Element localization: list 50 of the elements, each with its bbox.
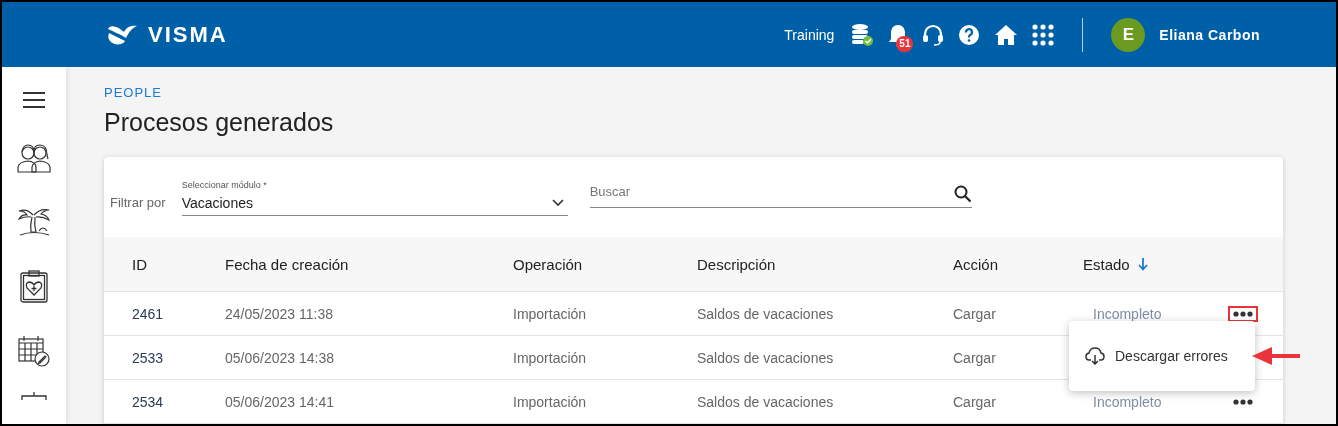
environment-label: Training [784, 26, 835, 43]
menu-icon[interactable] [22, 91, 46, 109]
table-cell: 2533 [132, 349, 164, 366]
column-header[interactable]: Descripción [697, 255, 776, 273]
cloud-download-icon [1085, 347, 1105, 365]
calendar-edit-icon[interactable] [18, 335, 50, 367]
user-name[interactable]: Eliana Carbon [1159, 26, 1260, 43]
help-icon[interactable] [958, 23, 981, 46]
chevron-down-icon [551, 199, 564, 207]
filter-label: Filtrar por [110, 194, 166, 210]
page-title: Procesos generados [104, 108, 335, 137]
column-header[interactable]: Fecha de creación [225, 255, 349, 273]
logo-wordmark: VISMA [148, 21, 228, 48]
table-cell: Importación [513, 393, 587, 410]
table-cell: Saldos de vacaciones [697, 305, 834, 322]
clipboard-icon[interactable] [19, 391, 49, 401]
table-cell: 05/06/2023 14:41 [225, 393, 334, 410]
search-field[interactable]: Buscar [589, 180, 954, 207]
table-cell: Importación [513, 349, 587, 366]
table-cell: 2534 [132, 393, 164, 410]
dots-icon [1233, 310, 1253, 317]
home-icon[interactable] [994, 23, 1019, 46]
table-cell: Cargar [953, 305, 996, 322]
table-cell: Saldos de vacaciones [697, 349, 834, 366]
table-cell-text: Incompleto [1092, 305, 1162, 322]
table-cell: Cargar [953, 349, 996, 366]
table-cell: Cargar [953, 393, 996, 410]
breadcrumb[interactable]: PEOPLE [104, 85, 1283, 100]
notification-badge: 51 [896, 35, 914, 52]
column-header[interactable]: Estado [1083, 255, 1130, 273]
column-header[interactable]: Acción [953, 255, 999, 273]
column-header[interactable]: ID [132, 255, 147, 273]
sort-arrow-icon[interactable] [1137, 257, 1148, 271]
menu-item[interactable]: Descargar errores [1069, 336, 1228, 376]
search-icon[interactable] [953, 184, 972, 203]
table-cell: Saldos de vacaciones [697, 393, 834, 410]
database-check-icon[interactable] [850, 22, 875, 47]
table-cell-text: Incompleto [1092, 393, 1162, 410]
more-button[interactable] [1232, 397, 1254, 406]
dots-icon [1233, 398, 1253, 405]
column-header[interactable]: Operación [513, 255, 583, 273]
module-select[interactable]: Seleccionar módulo * Vacaciones [181, 180, 568, 216]
table-cell: 05/06/2023 14:38 [225, 349, 334, 366]
people-icon[interactable] [17, 141, 51, 173]
table-cell: Importación [513, 305, 587, 322]
apps-grid-icon[interactable] [1032, 23, 1055, 46]
headset-icon[interactable] [922, 23, 945, 46]
more-button[interactable] [1232, 309, 1254, 318]
table-cell: 2461 [132, 305, 164, 322]
table-cell: 24/05/2023 11:38 [225, 305, 333, 322]
